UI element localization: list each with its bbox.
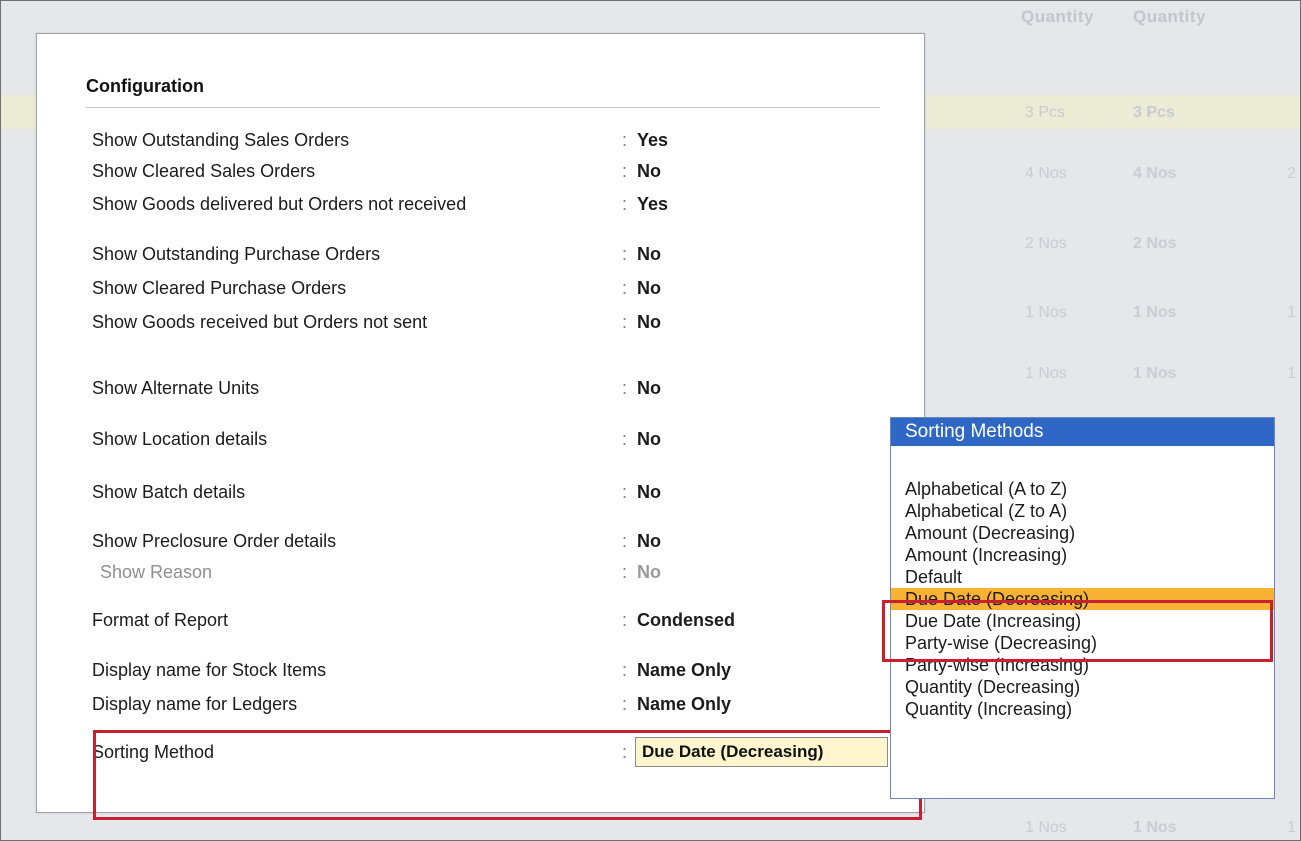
- config-value[interactable]: No: [637, 482, 661, 503]
- config-label: Display name for Stock Items: [92, 660, 327, 680]
- configuration-panel: Configuration Show Outstanding Sales Ord…: [36, 33, 925, 820]
- colon: :: [622, 312, 628, 332]
- config-label: Format of Report: [92, 610, 229, 630]
- config-label: Show Batch details: [92, 482, 246, 502]
- row-value: 1: [1287, 365, 1296, 382]
- colon: :: [622, 610, 628, 630]
- row-quantity: 1 Nos: [1025, 304, 1067, 321]
- config-row-ledger-name[interactable]: Display name for Ledgers : Name Only: [37, 694, 924, 720]
- row-quantity: 2 Nos: [1025, 235, 1067, 252]
- colon: :: [622, 130, 628, 150]
- colon: :: [622, 378, 628, 398]
- row-value: 1: [1287, 304, 1296, 321]
- config-value[interactable]: No: [637, 429, 661, 450]
- row-quantity: 1 Nos: [1133, 365, 1177, 382]
- config-value[interactable]: No: [637, 312, 661, 333]
- config-row-goods-delivered[interactable]: Show Goods delivered but Orders not rece…: [37, 194, 924, 220]
- row-quantity: 1 Nos: [1133, 819, 1177, 836]
- sort-option[interactable]: Amount (Increasing): [891, 544, 1274, 566]
- row-quantity: 3 Pcs: [1133, 104, 1175, 121]
- config-label: Display name for Ledgers: [92, 694, 298, 714]
- config-row-cleared-purchase-orders[interactable]: Show Cleared Purchase Orders : No: [37, 278, 924, 304]
- config-value[interactable]: No: [637, 531, 661, 552]
- colon: :: [622, 194, 628, 214]
- sorting-method-highlight: [93, 730, 922, 820]
- sort-option[interactable]: Alphabetical (Z to A): [891, 500, 1274, 522]
- due-date-options-highlight: [882, 600, 1273, 662]
- row-quantity: 3 Pcs: [1025, 104, 1066, 121]
- sort-option[interactable]: Amount (Decreasing): [891, 522, 1274, 544]
- colon: :: [622, 562, 628, 582]
- config-row-batch-details[interactable]: Show Batch details : No: [37, 482, 924, 508]
- config-value[interactable]: Yes: [637, 194, 668, 215]
- column-header-quantity: Quantity: [1133, 7, 1206, 26]
- config-row-show-reason: Show Reason : No: [37, 562, 924, 588]
- report-window: Quantity Quantity 3 Pcs 3 Pcs 4 Nos 4 No…: [0, 0, 1301, 841]
- config-label: Show Goods received but Orders not sent: [92, 312, 428, 332]
- title-divider: [86, 107, 880, 108]
- config-label: Show Cleared Sales Orders: [92, 161, 316, 181]
- colon: :: [622, 244, 628, 264]
- colon: :: [622, 161, 628, 181]
- colon: :: [622, 694, 628, 714]
- config-row-goods-received[interactable]: Show Goods received but Orders not sent …: [37, 312, 924, 338]
- sort-option[interactable]: Alphabetical (A to Z): [891, 478, 1274, 500]
- sort-option[interactable]: Quantity (Increasing): [891, 698, 1274, 720]
- config-label: Show Outstanding Sales Orders: [92, 130, 350, 150]
- config-row-stock-item-name[interactable]: Display name for Stock Items : Name Only: [37, 660, 924, 686]
- row-value: 2: [1287, 165, 1296, 182]
- sort-option[interactable]: Default: [891, 566, 1274, 588]
- config-row-location-details[interactable]: Show Location details : No: [37, 429, 924, 455]
- config-label: Show Outstanding Purchase Orders: [92, 244, 381, 264]
- config-value[interactable]: No: [637, 161, 661, 182]
- config-label: Show Cleared Purchase Orders: [92, 278, 347, 298]
- background-row: 1 Nos 1 Nos 1: [1, 819, 1300, 840]
- config-row-preclosure-order-details[interactable]: Show Preclosure Order details : No: [37, 531, 924, 557]
- row-quantity: 1 Nos: [1025, 365, 1067, 382]
- config-label: Show Reason: [100, 562, 213, 582]
- colon: :: [622, 429, 628, 449]
- row-quantity: 4 Nos: [1025, 165, 1067, 182]
- popup-title: Sorting Methods: [891, 418, 1274, 446]
- colon: :: [622, 660, 628, 680]
- row-quantity: 4 Nos: [1133, 165, 1177, 182]
- config-label: Show Location details: [92, 429, 268, 449]
- config-row-outstanding-sales-orders[interactable]: Show Outstanding Sales Orders : Yes: [37, 130, 924, 156]
- colon: :: [622, 531, 628, 551]
- config-label: Show Alternate Units: [92, 378, 260, 398]
- config-value: No: [637, 562, 661, 582]
- row-quantity: 1 Nos: [1133, 304, 1177, 321]
- config-value[interactable]: Yes: [637, 130, 668, 151]
- config-row-cleared-sales-orders[interactable]: Show Cleared Sales Orders : No: [37, 161, 924, 187]
- row-quantity: 2 Nos: [1133, 235, 1177, 252]
- config-row-outstanding-purchase-orders[interactable]: Show Outstanding Purchase Orders : No: [37, 244, 924, 270]
- config-value[interactable]: No: [637, 244, 661, 265]
- row-quantity: 1 Nos: [1025, 819, 1067, 836]
- config-value[interactable]: Name Only: [637, 660, 731, 681]
- row-value: 1: [1287, 819, 1296, 836]
- config-value[interactable]: Name Only: [637, 694, 731, 715]
- column-header-quantity: Quantity: [1021, 7, 1094, 26]
- config-value[interactable]: No: [637, 378, 661, 399]
- config-label: Show Preclosure Order details: [92, 531, 337, 551]
- config-value[interactable]: Condensed: [637, 610, 735, 631]
- panel-title: Configuration: [86, 76, 204, 96]
- config-row-alternate-units[interactable]: Show Alternate Units : No: [37, 378, 924, 404]
- config-row-format-of-report[interactable]: Format of Report : Condensed: [37, 610, 924, 636]
- config-value[interactable]: No: [637, 278, 661, 299]
- sort-option[interactable]: Quantity (Decreasing): [891, 676, 1274, 698]
- colon: :: [622, 482, 628, 502]
- colon: :: [622, 278, 628, 298]
- config-label: Show Goods delivered but Orders not rece…: [92, 194, 467, 214]
